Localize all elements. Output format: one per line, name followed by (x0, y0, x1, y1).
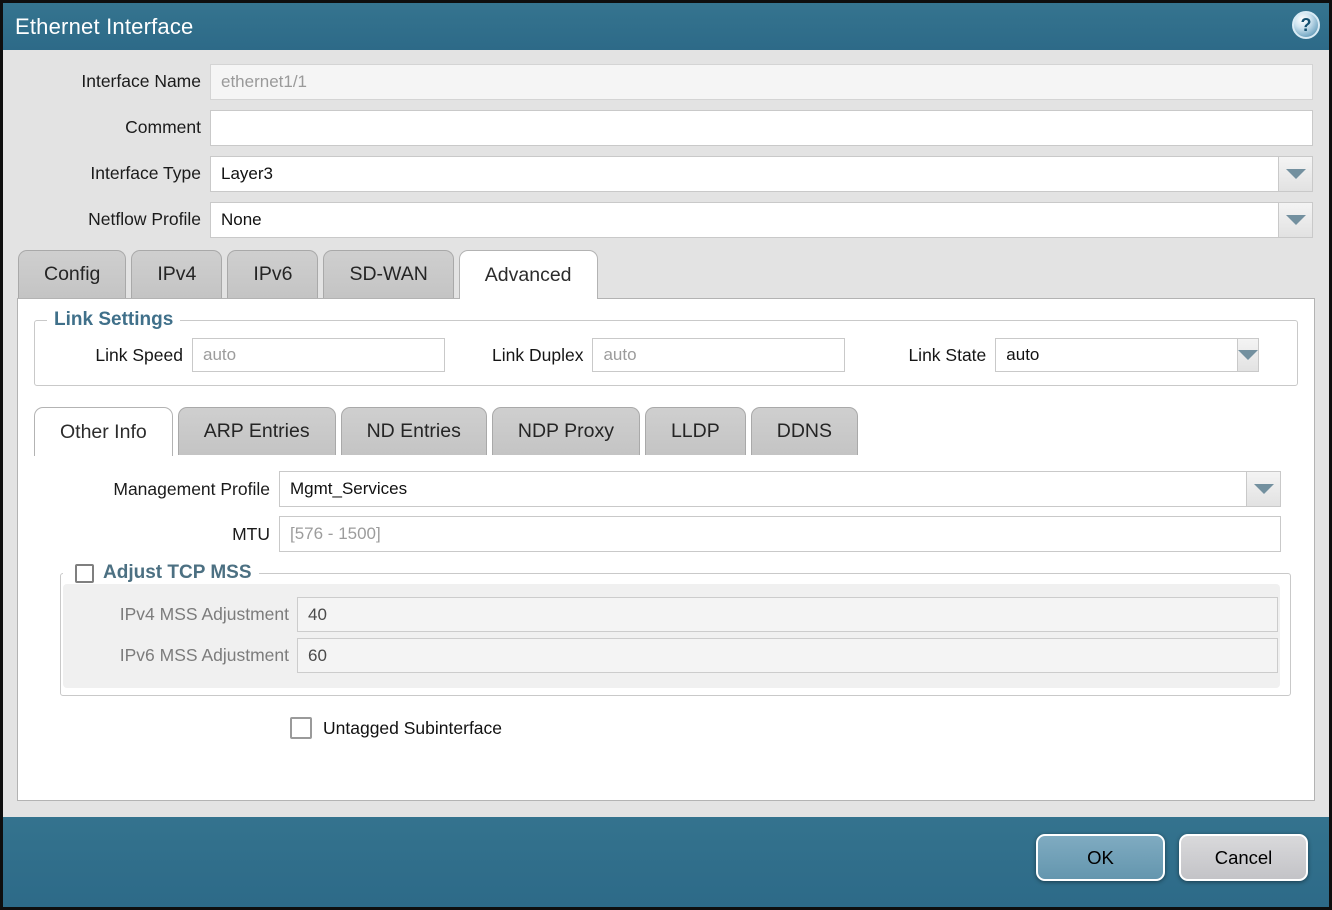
help-icon[interactable]: ? (1292, 11, 1320, 39)
inner-tab-strip: Other Info ARP Entries ND Entries NDP Pr… (18, 407, 1314, 455)
ok-button[interactable]: OK (1036, 834, 1165, 881)
link-state-dropdown[interactable] (995, 338, 1251, 372)
link-state-label: Link State (908, 345, 986, 366)
mtu-label: MTU (18, 524, 270, 545)
tab-ddns[interactable]: DDNS (751, 407, 858, 455)
footer-buttons: OK Cancel (1036, 834, 1308, 881)
ipv6-mss-field (297, 638, 1278, 673)
comment-label: Comment (3, 117, 201, 138)
tab-lldp[interactable]: LLDP (645, 407, 746, 455)
tab-advanced[interactable]: Advanced (459, 250, 598, 299)
interface-type-row: Interface Type (3, 155, 1313, 192)
main-tab-strip: Config IPv4 IPv6 SD-WAN Advanced (3, 250, 1329, 298)
link-settings-legend: Link Settings (47, 309, 180, 331)
link-speed-field[interactable] (192, 338, 445, 372)
adjust-tcp-mss-legend: Adjust TCP MSS (68, 562, 259, 584)
untagged-subinterface-checkbox[interactable] (290, 717, 312, 739)
ipv6-mss-row: IPv6 MSS Adjustment (63, 638, 1280, 673)
management-profile-label: Management Profile (18, 479, 270, 500)
tab-ndp-proxy[interactable]: NDP Proxy (492, 407, 640, 455)
dialog-titlebar: Ethernet Interface ? (3, 3, 1329, 50)
mss-disabled-box: IPv4 MSS Adjustment IPv6 MSS Adjustment (63, 584, 1280, 688)
link-duplex-group: Link Duplex (492, 338, 845, 372)
adjust-tcp-mss-legend-wrap: Adjust TCP MSS (63, 562, 259, 584)
link-speed-label: Link Speed (35, 345, 183, 366)
netflow-profile-value[interactable] (210, 202, 1278, 238)
netflow-profile-row: Netflow Profile (3, 201, 1313, 238)
link-settings-fieldset: Link Settings Link Speed Link Duplex Lin… (34, 309, 1298, 386)
tab-ipv4[interactable]: IPv4 (131, 250, 222, 298)
interface-type-dropdown[interactable] (210, 156, 1313, 192)
link-duplex-label: Link Duplex (492, 345, 583, 366)
interface-type-dropdown-button[interactable] (1278, 156, 1313, 192)
advanced-tab-panel: Link Settings Link Speed Link Duplex Lin… (17, 298, 1315, 801)
mtu-field[interactable] (279, 516, 1281, 552)
link-state-value[interactable] (995, 338, 1237, 372)
dialog-footer: OK Cancel (3, 817, 1329, 907)
ipv4-mss-field (297, 597, 1278, 632)
link-duplex-field[interactable] (592, 338, 845, 372)
untagged-subinterface-row: Untagged Subinterface (290, 717, 1314, 739)
ethernet-interface-dialog: Ethernet Interface ? Interface Name Comm… (0, 0, 1332, 910)
ipv4-mss-label: IPv4 MSS Adjustment (63, 604, 289, 625)
dialog-title: Ethernet Interface (15, 14, 193, 40)
other-info-panel: Management Profile MTU (18, 471, 1314, 739)
tab-ipv6[interactable]: IPv6 (227, 250, 318, 298)
chevron-down-icon (1238, 350, 1258, 360)
interface-name-row: Interface Name (3, 63, 1313, 100)
mtu-row: MTU (18, 516, 1314, 552)
link-speed-group: Link Speed (35, 338, 445, 372)
netflow-profile-dropdown[interactable] (210, 202, 1313, 238)
tab-nd-entries[interactable]: ND Entries (341, 407, 487, 455)
ipv4-mss-row: IPv4 MSS Adjustment (63, 597, 1280, 632)
netflow-profile-label: Netflow Profile (3, 209, 201, 230)
ipv6-mss-label: IPv6 MSS Adjustment (63, 645, 289, 666)
untagged-subinterface-label: Untagged Subinterface (323, 718, 502, 739)
tab-sdwan[interactable]: SD-WAN (323, 250, 453, 298)
management-profile-row: Management Profile (18, 471, 1314, 507)
adjust-tcp-mss-fieldset: Adjust TCP MSS IPv4 MSS Adjustment IPv6 … (60, 562, 1291, 696)
link-state-dropdown-button[interactable] (1237, 338, 1259, 372)
dialog-body: Interface Name Comment Interface Type Ne… (3, 50, 1329, 820)
netflow-profile-dropdown-button[interactable] (1278, 202, 1313, 238)
adjust-tcp-mss-label: Adjust TCP MSS (103, 562, 252, 584)
management-profile-value[interactable] (279, 471, 1246, 507)
interface-type-label: Interface Type (3, 163, 201, 184)
link-settings-row: Link Speed Link Duplex Link State (35, 338, 1297, 372)
adjust-tcp-mss-checkbox[interactable] (75, 564, 94, 583)
tab-arp-entries[interactable]: ARP Entries (178, 407, 336, 455)
link-state-group: Link State (908, 338, 1251, 372)
chevron-down-icon (1286, 169, 1306, 179)
comment-row: Comment (3, 109, 1313, 146)
interface-name-label: Interface Name (3, 71, 201, 92)
management-profile-dropdown-button[interactable] (1246, 471, 1281, 507)
cancel-button[interactable]: Cancel (1179, 834, 1308, 881)
interface-name-field (210, 64, 1313, 100)
tab-other-info[interactable]: Other Info (34, 407, 173, 456)
comment-field[interactable] (210, 110, 1313, 146)
top-form: Interface Name Comment Interface Type Ne… (3, 50, 1329, 238)
interface-type-value[interactable] (210, 156, 1278, 192)
management-profile-dropdown[interactable] (279, 471, 1281, 507)
chevron-down-icon (1254, 484, 1274, 494)
tab-config[interactable]: Config (18, 250, 126, 298)
chevron-down-icon (1286, 215, 1306, 225)
